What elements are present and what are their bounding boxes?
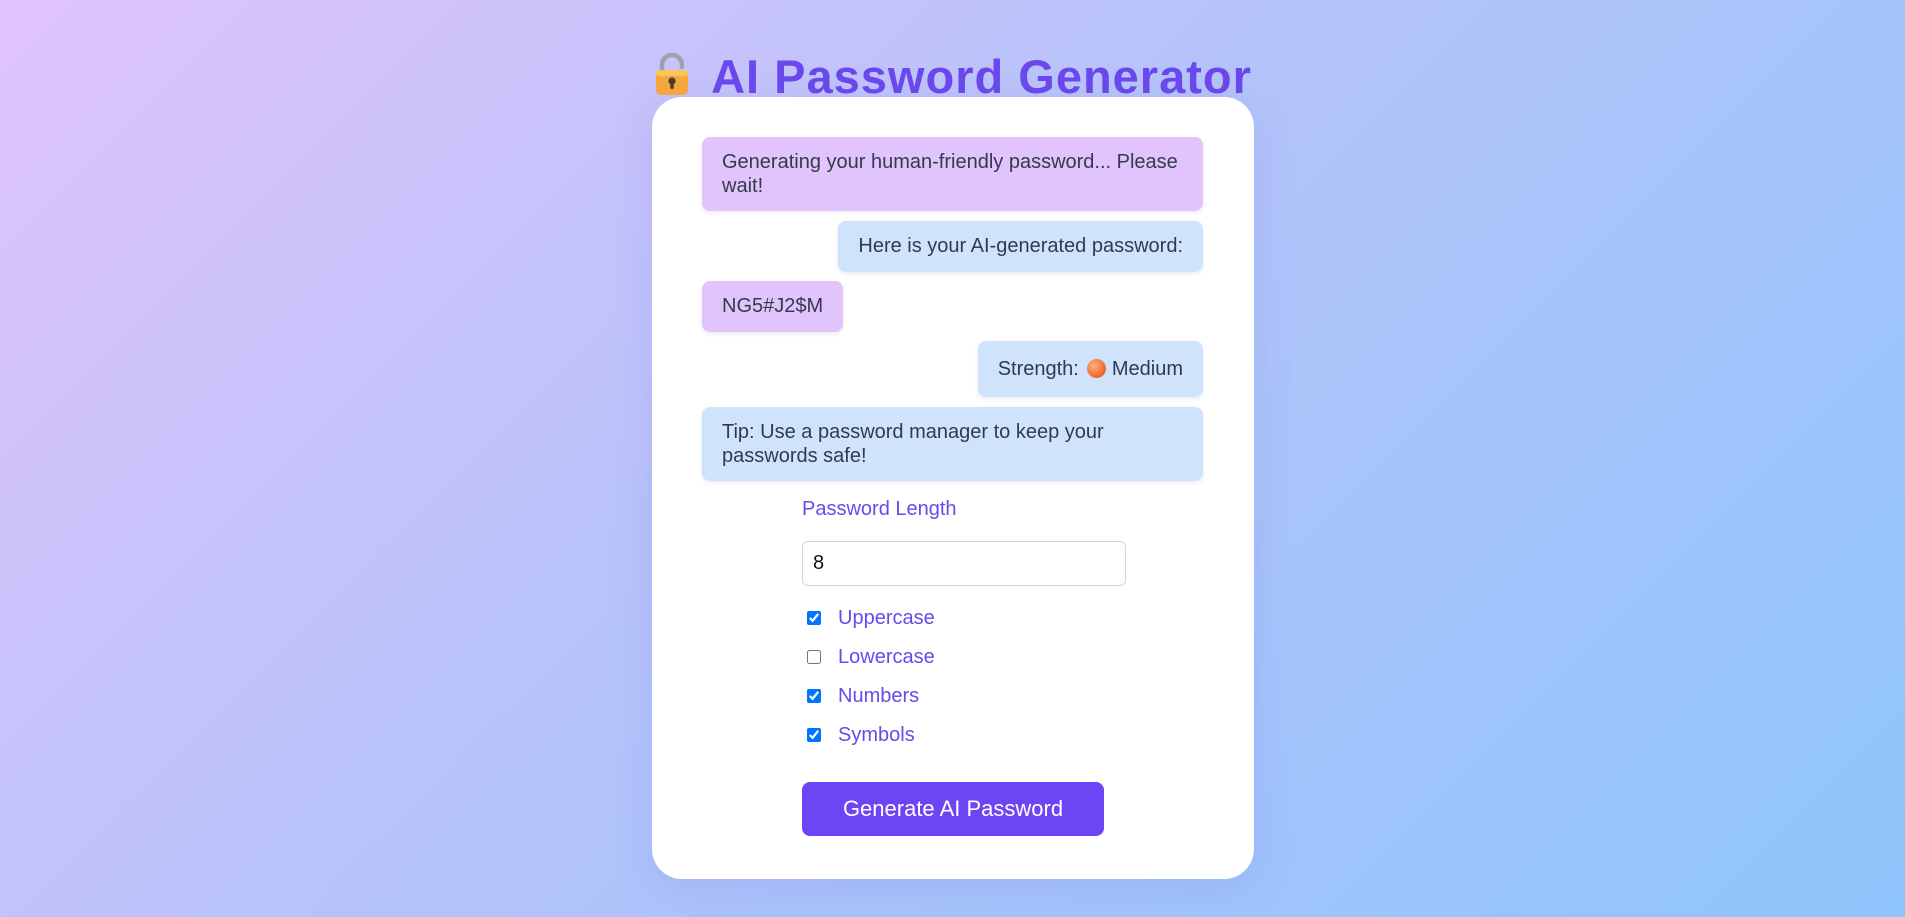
chat-message-status: Generating your human-friendly password.… bbox=[702, 137, 1203, 211]
generate-password-button[interactable]: Generate AI Password bbox=[802, 782, 1104, 836]
numbers-checkbox[interactable] bbox=[807, 689, 821, 703]
lowercase-label[interactable]: Lowercase bbox=[838, 646, 935, 669]
chat-message-intro: Here is your AI-generated password: bbox=[838, 221, 1203, 272]
uppercase-checkbox[interactable] bbox=[807, 611, 821, 625]
lock-icon bbox=[656, 53, 689, 96]
chat-message-tip: Tip: Use a password manager to keep your… bbox=[702, 407, 1203, 481]
numbers-label[interactable]: Numbers bbox=[838, 685, 919, 708]
option-symbols[interactable]: Symbols bbox=[802, 721, 915, 749]
chat-message-strength: Strength: Medium bbox=[977, 341, 1203, 397]
orange-circle-icon bbox=[1086, 359, 1106, 378]
option-lowercase[interactable]: Lowercase bbox=[802, 643, 935, 671]
page-title-text: AI Password Generator bbox=[711, 50, 1252, 104]
chat-message-password: NG5#J2$M bbox=[702, 281, 844, 332]
option-numbers[interactable]: Numbers bbox=[802, 682, 919, 710]
lowercase-checkbox[interactable] bbox=[807, 650, 821, 664]
uppercase-label[interactable]: Uppercase bbox=[838, 607, 935, 630]
strength-value: Medium bbox=[1111, 358, 1183, 380]
strength-label: Strength: bbox=[997, 358, 1079, 380]
password-length-label: Password Length bbox=[802, 498, 957, 520]
symbols-checkbox[interactable] bbox=[807, 728, 821, 742]
password-length-input[interactable] bbox=[802, 541, 1126, 586]
option-uppercase[interactable]: Uppercase bbox=[802, 604, 935, 632]
symbols-label[interactable]: Symbols bbox=[838, 724, 915, 747]
generator-card: Generating your human-friendly password.… bbox=[652, 97, 1254, 879]
